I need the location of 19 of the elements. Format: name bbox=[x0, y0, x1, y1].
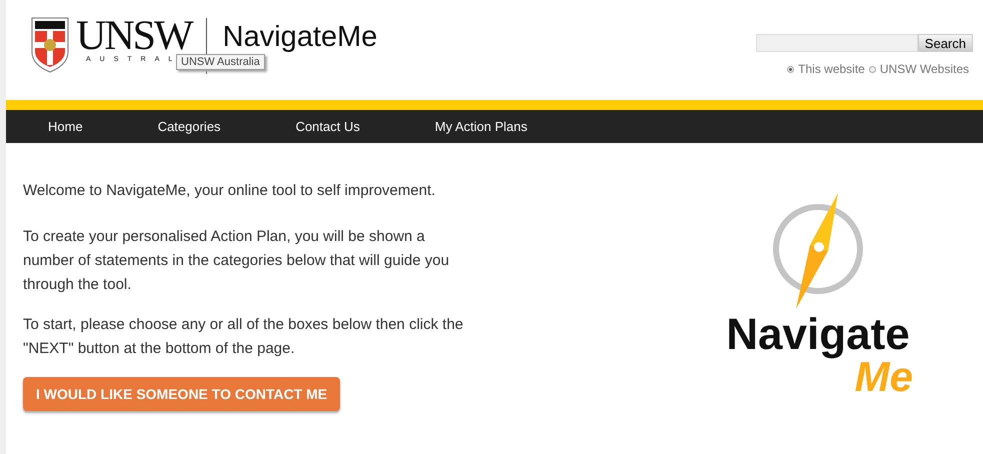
site-title: NavigateMe bbox=[222, 21, 378, 54]
search-button[interactable]: Search bbox=[918, 34, 973, 52]
nav-link[interactable]: Categories bbox=[158, 119, 221, 134]
radio-button[interactable] bbox=[868, 66, 876, 72]
intro-paragraph: To start, please choose any or all of the boxes below then click the "NEXT" button at the bottom of the page. bbox=[23, 315, 464, 359]
radio-button[interactable] bbox=[787, 66, 794, 72]
nav-link[interactable]: My Action Plans bbox=[434, 119, 528, 134]
brand-wordmark-suffix: Me bbox=[854, 357, 913, 397]
intro-paragraph: To create your personalised Action Plan, you will be shown a number of statements in the categories below that will guide you through the tool. bbox=[23, 227, 450, 295]
nav-link[interactable]: Home bbox=[48, 119, 83, 134]
nav-link[interactable]: Contact Us bbox=[296, 119, 360, 134]
logo-wordmark: UNSW bbox=[76, 16, 192, 56]
tooltip: UNSW Australia bbox=[176, 54, 265, 70]
radio-label[interactable]: This website bbox=[798, 62, 865, 76]
intro-paragraph: Welcome to NavigateMe, your online tool to self improvement. bbox=[23, 181, 436, 201]
search-field[interactable] bbox=[756, 34, 918, 52]
radio-label[interactable]: UNSW Websites bbox=[880, 62, 969, 76]
brand-wordmark: Navigate bbox=[726, 313, 910, 357]
crest-icon bbox=[30, 16, 70, 74]
